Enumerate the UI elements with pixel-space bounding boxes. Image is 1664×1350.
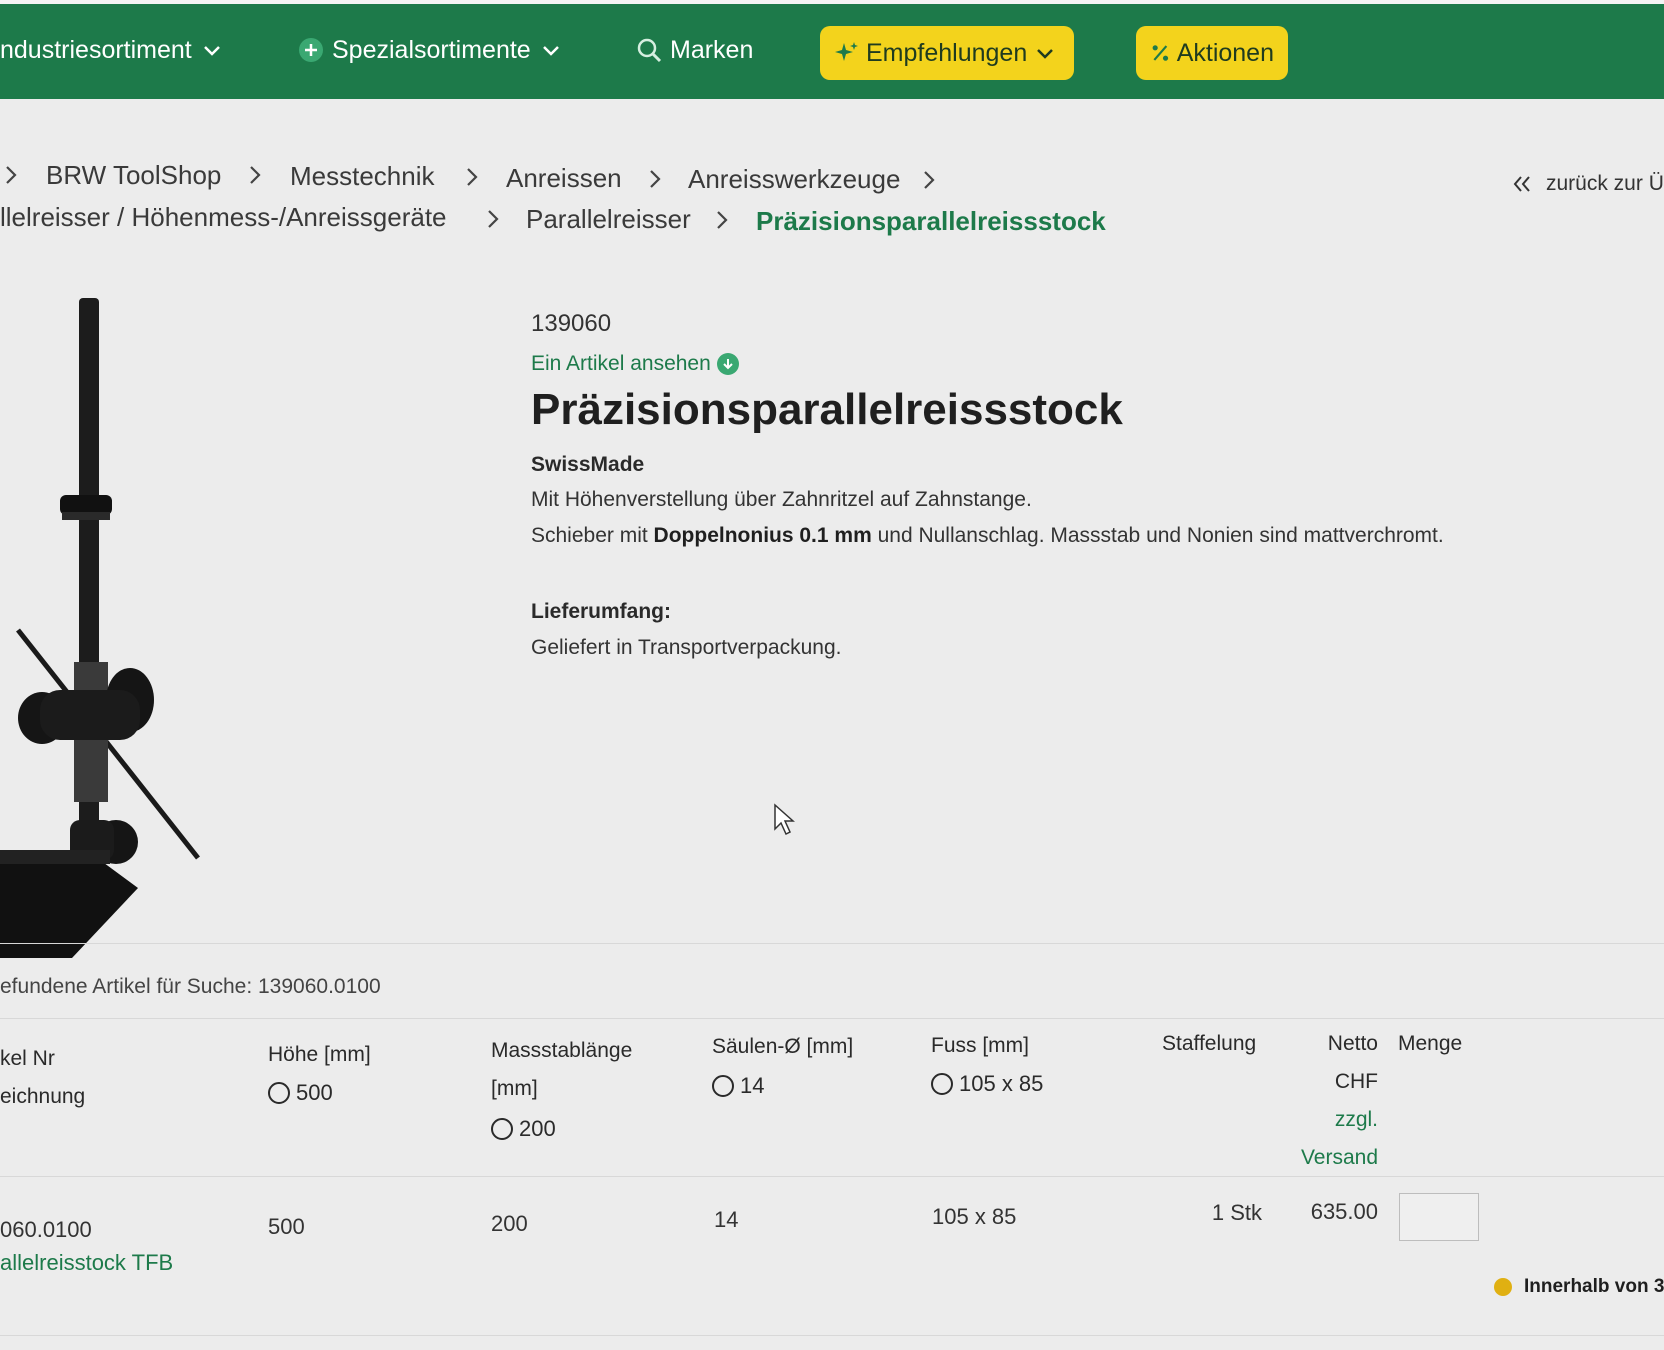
- plus-circle-icon: [299, 38, 323, 62]
- chevron-right-icon: [6, 166, 17, 184]
- row-column-diameter: 14: [714, 1207, 739, 1232]
- col-header-article: kel Nr eichnung: [0, 1047, 86, 1108]
- chevron-down-icon: [203, 46, 220, 56]
- recommendations-label: Empfehlungen: [866, 38, 1028, 67]
- availability-status: Innerhalb von 3: [1494, 1276, 1664, 1298]
- scope-of-delivery-text: Geliefert in Transportverpackung.: [531, 636, 842, 659]
- breadcrumb-item[interactable]: Anreissen: [506, 163, 622, 194]
- divider: [0, 1018, 1664, 1019]
- row-article-number: 060.0100: [0, 1217, 92, 1242]
- mouse-cursor-icon: [774, 803, 795, 836]
- nav-item-label: Marken: [670, 35, 754, 64]
- quantity-input[interactable]: [1399, 1193, 1479, 1241]
- row-tiering: 1 Stk: [1211, 1200, 1262, 1225]
- sparkle-icon: [835, 42, 858, 61]
- nav-spezialsortimente[interactable]: Spezialsortimente: [298, 26, 561, 74]
- nav-item-label: Spezialsortimente: [332, 35, 531, 64]
- breadcrumb-item[interactable]: Anreisswerkzeuge: [688, 164, 900, 195]
- radio-circle: [268, 1082, 290, 1104]
- chevron-right-icon: [650, 170, 661, 188]
- top-navigation: ndustriesortiment Spezialsortimente Mark…: [0, 0, 1664, 99]
- chevron-down-icon: [1037, 49, 1054, 59]
- search-result-summary: efundene Artikel für Suche: 139060.0100: [0, 975, 381, 998]
- percent-icon: [1152, 45, 1169, 61]
- arrow-down-circle-icon: [716, 353, 739, 375]
- search-icon: [637, 38, 662, 63]
- back-to-overview-link[interactable]: zurück zur Ü: [1512, 172, 1664, 196]
- divider: [0, 1335, 1664, 1336]
- filter-height-radio[interactable]: 500: [268, 1080, 333, 1106]
- breadcrumb-item[interactable]: Parallelreisser: [526, 204, 691, 235]
- col-header-quantity: Menge: [1398, 1032, 1463, 1055]
- col-header-net-price: Netto CHF zzgl. Versand: [1300, 1032, 1378, 1169]
- availability-text: Innerhalb von 3: [1524, 1276, 1664, 1297]
- nav-industriesortiment[interactable]: ndustriesortiment: [0, 26, 222, 74]
- product-title: Präzisionsparallelreissstock: [531, 385, 1123, 434]
- divider: [0, 1176, 1664, 1177]
- chevron-right-icon: [250, 166, 261, 184]
- row-foot: 105 x 85: [932, 1204, 1017, 1229]
- filter-scale-radio[interactable]: 200: [491, 1116, 556, 1142]
- row-scale-length: 200: [491, 1211, 528, 1236]
- article-number: 139060: [531, 310, 612, 337]
- row-article-name-link[interactable]: allelreisstock TFB: [0, 1250, 173, 1276]
- actions-button[interactable]: Aktionen: [1136, 26, 1288, 80]
- scope-of-delivery-heading: Lieferumfang:: [531, 600, 672, 623]
- col-header-foot: Fuss [mm]: [931, 1034, 1029, 1057]
- breadcrumb-current: Präzisionsparallelreissstock: [756, 206, 1106, 236]
- row-height: 500: [268, 1214, 305, 1239]
- col-header-height: Höhe [mm]: [268, 1043, 371, 1066]
- nav-marken[interactable]: Marken: [636, 26, 753, 74]
- recommendations-button[interactable]: Empfehlungen: [820, 26, 1074, 80]
- product-description-line: Mit Höhenverstellung über Zahnritzel auf…: [531, 488, 1032, 511]
- radio-circle: [712, 1075, 734, 1097]
- chevron-right-icon: [717, 211, 728, 229]
- radio-circle: [931, 1073, 953, 1095]
- chevron-down-icon: [542, 46, 559, 56]
- chevron-right-icon: [924, 171, 935, 189]
- availability-dot-icon: [1494, 1278, 1512, 1296]
- col-header-tiering: Staffelung: [1162, 1032, 1257, 1055]
- row-net-price: 635.00: [1310, 1199, 1378, 1224]
- view-article-label: Ein Artikel ansehen: [531, 352, 711, 375]
- col-header-scale-length: Massstablänge [mm]: [491, 1039, 633, 1100]
- divider: [0, 943, 1664, 944]
- product-description-line: Schieber mit Doppelnonius 0.1 mm und Nul…: [531, 524, 1444, 547]
- filter-foot-radio[interactable]: 105 x 85: [931, 1071, 1043, 1097]
- nav-item-label: ndustriesortiment: [0, 35, 192, 64]
- radio-circle: [491, 1118, 513, 1140]
- view-article-link[interactable]: Ein Artikel ansehen: [531, 352, 739, 376]
- breadcrumb-item[interactable]: llelreisser / Höhenmess-/Anreissgeräte: [0, 202, 447, 233]
- chevron-right-icon: [467, 168, 478, 186]
- double-chevron-left-icon: [1513, 176, 1530, 192]
- actions-label: Aktionen: [1176, 38, 1274, 67]
- breadcrumb-item[interactable]: Messtechnik: [290, 161, 435, 192]
- filter-column-radio[interactable]: 14: [712, 1073, 764, 1099]
- chevron-right-icon: [488, 210, 499, 228]
- back-link-label: zurück zur Ü: [1546, 172, 1664, 195]
- col-header-column-diameter: Säulen-Ø [mm]: [712, 1035, 854, 1058]
- product-brand: SwissMade: [531, 453, 645, 476]
- product-image: [0, 298, 200, 958]
- breadcrumb-item[interactable]: BRW ToolShop: [46, 160, 221, 191]
